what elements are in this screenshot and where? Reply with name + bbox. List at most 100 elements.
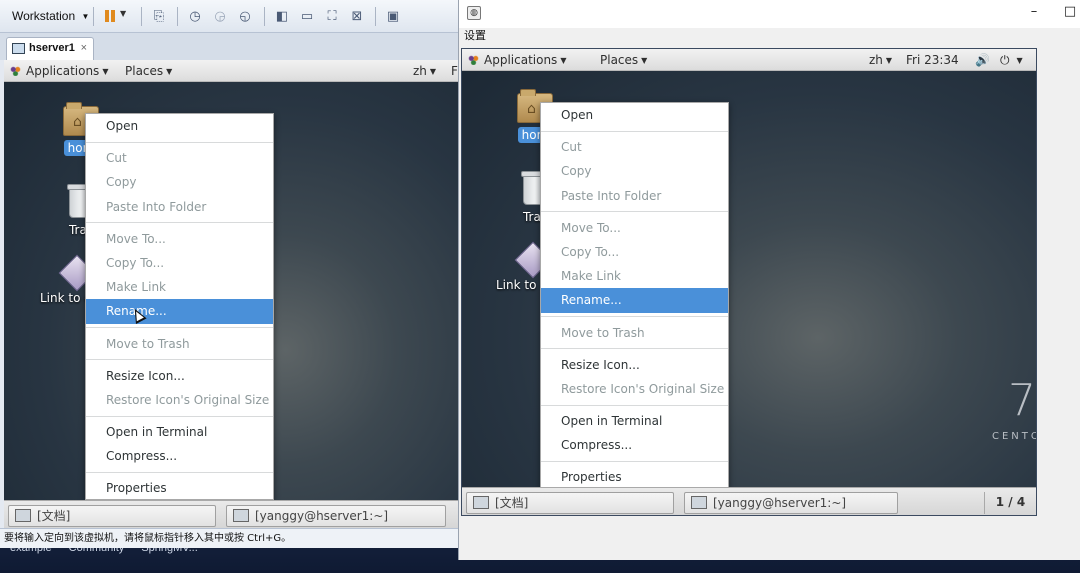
toolbar-divider [141,7,142,26]
clock[interactable]: Fri 23:34 [906,49,959,71]
gnome-foot-icon [10,65,21,76]
menu-item-compress[interactable]: Compress... [541,433,728,457]
volume-icon[interactable]: 🔊 [975,49,990,71]
terminal-icon [691,496,707,509]
centos-version-number: 7 [1008,375,1036,426]
menu-separator [541,316,728,317]
guest-screen-right[interactable]: 7 CENTO Applications ▼ Places ▼ zh ▼ Fri 23… [461,48,1037,516]
taskbar-item-documents[interactable]: [文档] [466,492,674,514]
vmware-window: Workstation ▼ ▼ ⎘ ◷ ◶ ◵ ◧ ▭ ⛶ ⊠ ▣ hserve… [0,0,458,548]
menu-separator [86,222,273,224]
taskbar-item-documents[interactable]: [文档] [8,505,216,527]
menu-item-compress[interactable]: Compress... [86,444,273,468]
snapshot-take-icon[interactable]: ◷ [186,7,204,25]
menu-separator [86,141,273,143]
menu-item-make-link: Make Link [561,269,621,284]
toolbar-divider [93,7,94,26]
menu-item-paste-into-folder: Paste Into Folder [106,199,207,214]
console-view-icon[interactable]: ▣ [384,7,402,25]
tab-label: hserver1 [29,42,75,54]
toolbar-divider [177,7,178,26]
taskbar-item-terminal[interactable]: [yanggy@hserver1:~] [684,492,898,514]
applications-label: Applications [484,53,558,67]
menu-separator [541,460,728,462]
workspace-pager[interactable]: 1 / 4 [984,492,1036,514]
applications-menu[interactable]: Applications ▼ [468,49,566,72]
menu-separator [86,359,273,361]
snapshot-manager-icon[interactable]: ◵ [236,7,254,25]
menu-item-move-to-trash: Move to Trash [561,325,645,340]
file-manager-icon [473,496,489,509]
menu-item-properties[interactable]: Properties [541,465,728,489]
chevron-down-icon: ▼ [81,12,90,21]
window-titlebar[interactable]: ◍ – □ [459,0,1080,28]
thumbnail-bar-icon[interactable]: ▭ [298,7,316,25]
guest-screen-left[interactable]: Applications ▼ Places ▼ zh ▼ F ⌂ hom Tras L… [4,60,458,528]
vm-icon [12,43,25,54]
maximize-button[interactable]: □ [1062,4,1078,20]
menu-item-cut: Cut [106,151,127,166]
menu-item-open[interactable]: Open [86,114,273,138]
window-bottom-area [459,516,1080,560]
chevron-down-icon: ▼ [429,67,437,76]
menu-item-open[interactable]: Open [541,103,728,127]
menu-settings[interactable]: 设置 [464,28,486,46]
pause-icon [105,10,109,22]
menu-item-restore-icon-s-original-size: Restore Icon's Original Size [106,392,270,407]
gnome-bottom-bar: [文档] [yanggy@hserver1:~] [4,500,458,528]
menu-separator [541,404,728,406]
menu-item-copy-to: Copy To... [106,255,165,270]
house-icon: ⌂ [73,114,82,130]
menu-item-rename[interactable]: Rename... [541,288,728,313]
power-menu[interactable]: ⏻ ▼ [1000,49,1023,72]
chevron-down-icon: ▼ [120,9,127,18]
taskbar-item-terminal[interactable]: [yanggy@hserver1:~] [226,505,446,527]
chevron-down-icon: ▼ [102,67,109,76]
menu-item-resize-icon[interactable]: Resize Icon... [86,364,273,388]
unity-mode-icon[interactable]: ⊠ [348,7,366,25]
menu-item-make-link: Make Link [106,280,166,295]
taskbar-item-label: [文档] [37,509,71,523]
menu-separator [541,348,728,350]
applications-menu[interactable]: Applications ▼ [10,60,108,83]
applications-label: Applications [26,64,100,78]
menu-item-open-in-terminal[interactable]: Open in Terminal [86,420,273,444]
menu-item-properties[interactable]: Properties [86,476,273,500]
pause-button[interactable]: ▼ [100,7,128,25]
minimize-button[interactable]: – [1026,4,1042,20]
clock-partial[interactable]: F [451,60,458,82]
menu-item-resize-icon[interactable]: Resize Icon... [541,353,728,377]
vmware-status-bar: 要将输入定向到该虚拟机，请将鼠标指针移入其中或按 Ctrl+G。 [0,528,458,548]
app-icon: ◍ [467,6,481,20]
toolbar-divider [375,7,376,26]
gnome-bottom-bar: [文档] [yanggy@hserver1:~] 1 / 4 [462,487,1036,515]
places-menu[interactable]: Places ▼ [600,49,647,72]
menu-item-open-in-terminal[interactable]: Open in Terminal [541,409,728,433]
workstation-menu-button[interactable]: Workstation ▼ [6,6,95,27]
places-menu[interactable]: Places ▼ [125,60,172,83]
full-screen-icon[interactable]: ⛶ [323,7,341,25]
send-ctrl-alt-del-icon[interactable]: ⎘ [150,7,168,25]
snapshot-revert-icon[interactable]: ◶ [211,7,229,25]
menu-item-move-to: Move To... [561,220,621,235]
power-icon: ⏻ [1000,53,1010,67]
menu-item-move-to: Move To... [106,231,166,246]
menu-item-restore-icon-s-original-size: Restore Icon's Original Size [561,381,725,396]
menu-item-cut: Cut [561,140,582,155]
chevron-down-icon: ▼ [166,67,173,76]
terminal-icon [233,509,249,522]
gnome-top-bar: Applications ▼ Places ▼ zh ▼ Fri 23:34 🔊 ⏻ ▼ [462,49,1036,71]
close-icon[interactable]: × [81,38,87,59]
places-label: Places [600,53,639,67]
pause-icon-bar [111,10,115,22]
tab-hserver1[interactable]: hserver1 × [6,37,94,60]
vm-console-window: ◍ – □ 设置 7 CENTO Applications ▼ Places ▼ z… [458,0,1080,560]
chevron-down-icon: ▼ [885,56,893,65]
menu-separator [86,327,273,328]
file-manager-icon [15,509,31,522]
menu-separator [86,471,273,473]
menu-item-rename[interactable]: Rename... [86,299,273,324]
show-library-icon[interactable]: ◧ [273,7,291,25]
input-method-indicator[interactable]: zh ▼ [413,60,436,83]
input-method-indicator[interactable]: zh ▼ [869,49,892,72]
